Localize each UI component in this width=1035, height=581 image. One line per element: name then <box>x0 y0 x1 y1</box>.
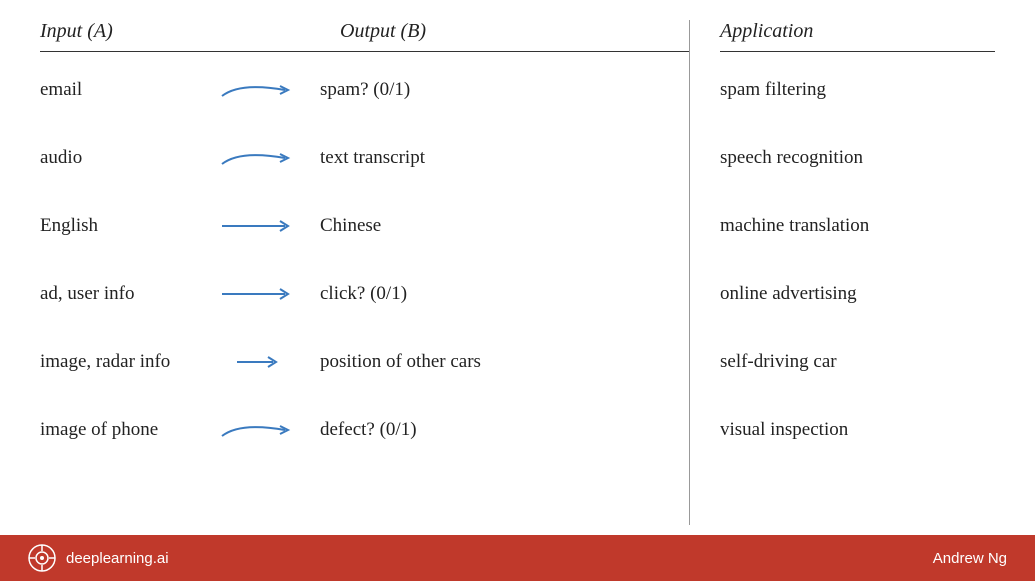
application-row: self-driving car <box>720 328 995 396</box>
table-row: image of phone defect? (0/1) <box>40 396 689 464</box>
footer-author: Andrew Ng <box>933 550 1007 567</box>
application-cell: spam filtering <box>720 79 826 101</box>
application-header-row: Application <box>720 20 995 52</box>
input-cell: image of phone <box>40 419 220 441</box>
input-cell: ad, user info <box>40 283 220 305</box>
arrow-cell <box>220 146 320 170</box>
arrow-icon <box>220 214 305 238</box>
output-cell: spam? (0/1) <box>320 79 689 101</box>
footer-left: deeplearning.ai <box>28 544 169 572</box>
footer-brand: deeplearning.ai <box>66 550 169 567</box>
header-row: Input (A) Output (B) <box>40 20 689 52</box>
header-input-label: Input (A) <box>40 20 340 43</box>
application-cell: visual inspection <box>720 419 848 441</box>
application-row: spam filtering <box>720 56 995 124</box>
application-cell: self-driving car <box>720 351 837 373</box>
application-row: speech recognition <box>720 124 995 192</box>
application-row: machine translation <box>720 192 995 260</box>
right-section: Application spam filtering speech recogn… <box>690 20 995 525</box>
application-cell: machine translation <box>720 215 869 237</box>
header-output-label: Output (B) <box>340 20 689 43</box>
table-row: English Chinese <box>40 192 689 260</box>
arrow-icon <box>220 350 305 374</box>
deeplearning-logo <box>28 544 56 572</box>
output-cell: position of other cars <box>320 351 689 373</box>
application-row: visual inspection <box>720 396 995 464</box>
table-row: ad, user info click? (0/1) <box>40 260 689 328</box>
output-cell: Chinese <box>320 215 689 237</box>
arrow-cell <box>220 418 320 442</box>
main-container: Input (A) Output (B) email spam? (0/1) a… <box>0 0 1035 581</box>
output-cell: defect? (0/1) <box>320 419 689 441</box>
table-row: email spam? (0/1) <box>40 56 689 124</box>
arrow-icon <box>220 78 305 102</box>
arrow-icon <box>220 282 305 306</box>
application-row: online advertising <box>720 260 995 328</box>
input-cell: English <box>40 215 220 237</box>
arrow-icon <box>220 146 305 170</box>
arrow-icon <box>220 418 305 442</box>
header-application-label: Application <box>720 20 813 43</box>
arrow-cell <box>220 78 320 102</box>
left-section: Input (A) Output (B) email spam? (0/1) a… <box>40 20 690 525</box>
input-cell: audio <box>40 147 220 169</box>
arrow-cell <box>220 214 320 238</box>
table-row: image, radar info position of other cars <box>40 328 689 396</box>
application-cell: online advertising <box>720 283 857 305</box>
output-cell: text transcript <box>320 147 689 169</box>
arrow-cell <box>220 350 320 374</box>
input-cell: image, radar info <box>40 351 220 373</box>
table-row: audio text transcript <box>40 124 689 192</box>
input-cell: email <box>40 79 220 101</box>
arrow-cell <box>220 282 320 306</box>
application-cell: speech recognition <box>720 147 863 169</box>
table-area: Input (A) Output (B) email spam? (0/1) a… <box>0 0 1035 535</box>
footer: deeplearning.ai Andrew Ng <box>0 535 1035 581</box>
output-cell: click? (0/1) <box>320 283 689 305</box>
